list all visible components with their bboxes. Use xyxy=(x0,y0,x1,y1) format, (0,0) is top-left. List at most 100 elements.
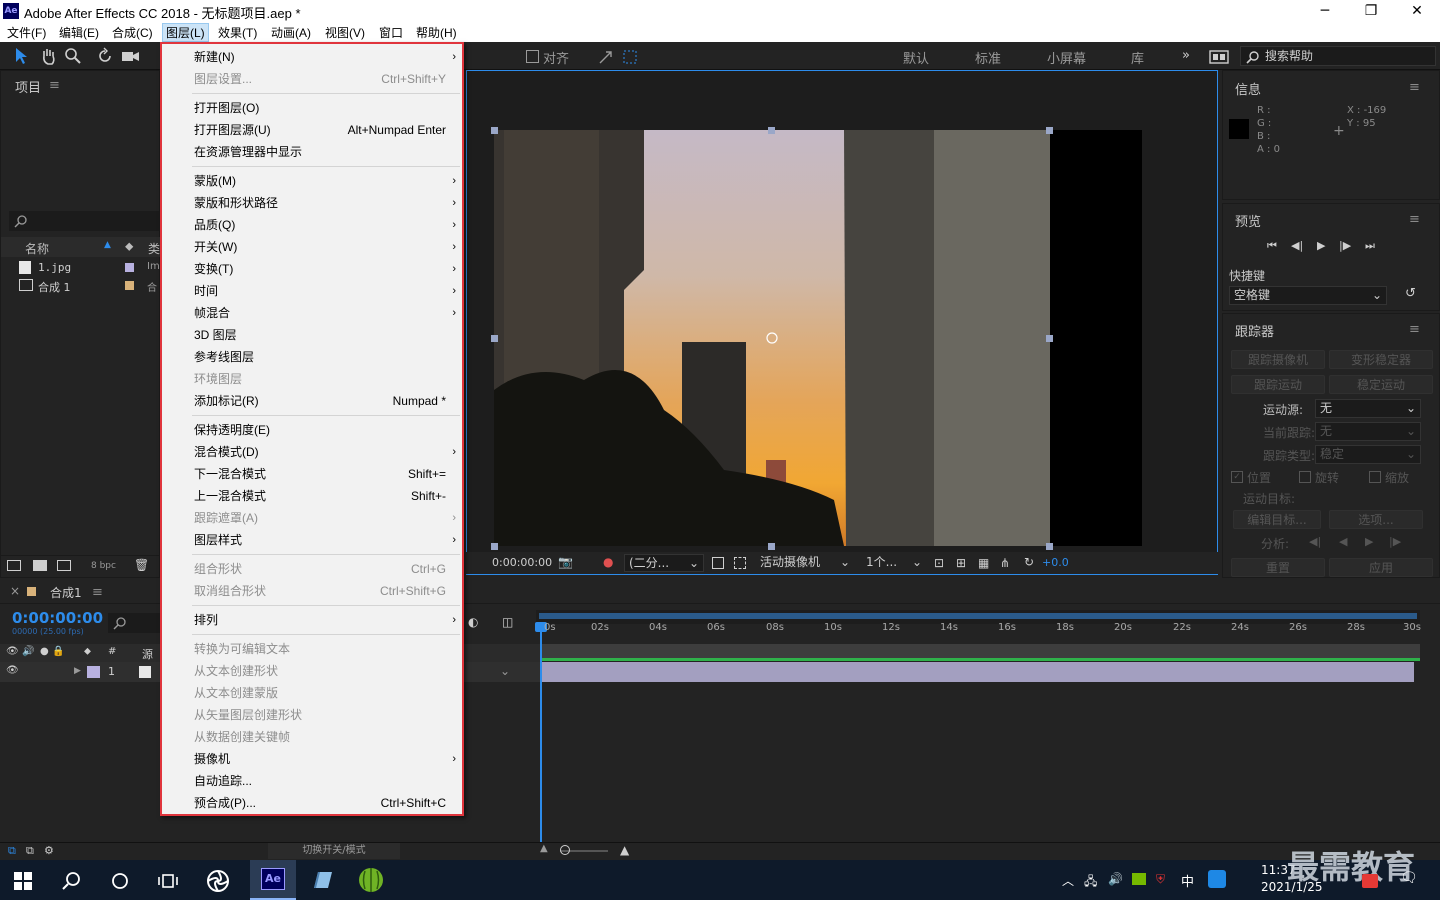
source-name-header[interactable]: 源 xyxy=(142,646,153,662)
channel-icon[interactable]: ● xyxy=(603,555,613,569)
project-item[interactable]: 1.jpg Im xyxy=(1,259,161,277)
action-center-icon[interactable]: 🗨 xyxy=(1400,870,1418,886)
layer-menu-item[interactable]: 环境图层 xyxy=(162,368,462,390)
timeline-search-input[interactable] xyxy=(108,613,160,633)
visibility-toggle-icon[interactable]: 👁 xyxy=(6,665,19,676)
workspace-standard[interactable]: 标准 xyxy=(975,48,1001,67)
track-type-select[interactable]: 稳定 ⌄ xyxy=(1315,445,1421,464)
play-icon[interactable]: ▶ xyxy=(1317,239,1325,252)
layer-menu-item[interactable]: 混合模式(D) › xyxy=(162,441,462,463)
layer-menu-item[interactable]: 参考线图层 xyxy=(162,346,462,368)
layer-menu-item[interactable]: 组合形状 Ctrl+G xyxy=(162,558,462,580)
next-frame-icon[interactable]: |▶ xyxy=(1339,239,1351,252)
project-menu-icon[interactable]: ≡ xyxy=(49,78,60,93)
ime-indicator[interactable]: 中 xyxy=(1181,871,1194,890)
layer-menu-item[interactable]: 添加标记(R) Numpad * xyxy=(162,390,462,412)
sort-up-icon[interactable]: ▲ xyxy=(104,240,111,250)
menu-window[interactable]: 窗口 xyxy=(376,24,406,41)
network-icon[interactable]: 🖧 xyxy=(1084,872,1097,893)
comp-tab-label[interactable]: 合成1 xyxy=(50,584,82,601)
current-time-indicator[interactable] xyxy=(540,626,542,842)
transform-handle[interactable] xyxy=(768,127,775,134)
restore-button[interactable]: ❐ xyxy=(1348,2,1394,20)
task-view-icon[interactable] xyxy=(158,871,178,891)
layer-switches-icon[interactable]: ⧉ xyxy=(8,844,16,858)
menu-layer[interactable]: 图层(L) xyxy=(162,23,209,42)
layer-menu-item[interactable]: 预合成(P)... Ctrl+Shift+C xyxy=(162,792,462,814)
apply-button[interactable]: 应用 xyxy=(1329,558,1433,577)
transform-handle[interactable] xyxy=(1046,127,1053,134)
melon-app-icon[interactable] xyxy=(358,867,384,893)
tracker-menu-icon[interactable]: ≡ xyxy=(1409,322,1420,337)
new-folder-icon[interactable] xyxy=(33,560,47,571)
layer-duration-bar[interactable] xyxy=(542,662,1414,682)
project-item[interactable]: 合成 1 合 xyxy=(1,277,161,295)
exposure-value[interactable]: +0.0 xyxy=(1042,556,1069,569)
transform-handle[interactable] xyxy=(768,543,775,550)
zoom-tool-icon[interactable] xyxy=(64,47,82,65)
column-type[interactable]: 类 xyxy=(148,240,160,257)
position-checkbox[interactable]: ✓ xyxy=(1231,471,1243,483)
layer-menu-item[interactable]: 下一混合模式 Shift+= xyxy=(162,463,462,485)
work-area-range[interactable] xyxy=(539,613,1417,619)
workspace-more-button[interactable]: » xyxy=(1182,48,1190,63)
interpret-footage-icon[interactable] xyxy=(7,560,21,571)
layer-menu-item[interactable]: 保持透明度(E) xyxy=(162,419,462,441)
rotate-tool-icon[interactable] xyxy=(96,47,114,65)
menu-help[interactable]: 帮助(H) xyxy=(413,24,460,41)
layer-menu-item[interactable]: 3D 图层 xyxy=(162,324,462,346)
security-icon[interactable]: ⛨ xyxy=(1156,872,1165,887)
close-button[interactable]: ✕ xyxy=(1394,2,1440,20)
menu-effect[interactable]: 效果(T) xyxy=(215,24,260,41)
info-menu-icon[interactable]: ≡ xyxy=(1409,80,1420,95)
timeline-menu-icon[interactable]: ≡ xyxy=(92,585,103,600)
snap-checkbox-icon[interactable] xyxy=(526,50,539,63)
last-frame-icon[interactable]: ⏭ xyxy=(1365,239,1375,253)
menu-composition[interactable]: 合成(C) xyxy=(109,24,156,41)
transform-handle[interactable] xyxy=(491,335,498,342)
volume-icon[interactable]: 🔊 xyxy=(1108,872,1123,886)
workspace-default[interactable]: 默认 xyxy=(903,48,929,67)
menu-view[interactable]: 视图(V) xyxy=(322,24,368,41)
qq-icon[interactable] xyxy=(1208,870,1226,888)
view-layout-select[interactable]: 1个... ⌄ xyxy=(862,554,926,572)
notification-badge-icon[interactable] xyxy=(1362,874,1378,888)
layer-menu-item[interactable]: 排列 › xyxy=(162,609,462,631)
zoom-in-icon[interactable]: ▲ xyxy=(620,843,629,857)
camera-tool-icon[interactable] xyxy=(120,47,142,65)
delete-icon[interactable]: 🗑 xyxy=(134,558,149,572)
layer-menu-item[interactable]: 蒙版(M) › xyxy=(162,170,462,192)
layer-menu-item[interactable]: 从文本创建形状 xyxy=(162,660,462,682)
viewer-timecode[interactable]: 0:00:00:00 xyxy=(492,556,552,569)
workspace-switch-icon[interactable] xyxy=(1209,50,1229,64)
first-frame-icon[interactable]: ⏮ xyxy=(1267,239,1277,253)
timeline-timecode[interactable]: 0:00:00:00 xyxy=(12,609,103,627)
layer-menu-item[interactable]: 蒙版和形状路径 › xyxy=(162,192,462,214)
menu-file[interactable]: 文件(F) xyxy=(4,24,49,41)
minimize-button[interactable]: ─ xyxy=(1302,2,1348,20)
selection-tool-icon[interactable] xyxy=(14,47,28,65)
snap-arrow-icon[interactable] xyxy=(598,49,614,65)
layer-menu-item[interactable]: 打开图层(O) xyxy=(162,97,462,119)
tray-expand-icon[interactable]: ︿ xyxy=(1062,872,1074,889)
motion-source-select[interactable]: 无 ⌄ xyxy=(1315,399,1421,418)
after-effects-taskbar-button[interactable]: Ae xyxy=(250,860,296,900)
reset-exposure-icon[interactable]: ↻ xyxy=(1024,555,1034,569)
layer-menu-item[interactable]: 在资源管理器中显示 xyxy=(162,141,462,163)
toggle-switches-modes-button[interactable]: 切换开关/模式 xyxy=(268,843,400,859)
in-out-icon[interactable]: ⚙ xyxy=(44,844,54,857)
transform-handle[interactable] xyxy=(491,127,498,134)
layer-menu-item[interactable]: 跟踪遮罩(A) › xyxy=(162,507,462,529)
expand-arrow-icon[interactable]: ▶ xyxy=(74,666,81,676)
analyze-forward-all-icon[interactable]: |▶ xyxy=(1389,535,1401,548)
menu-animation[interactable]: 动画(A) xyxy=(268,24,314,41)
close-tab-icon[interactable]: × xyxy=(10,584,20,598)
scale-checkbox[interactable] xyxy=(1369,471,1381,483)
track-camera-button[interactable]: 跟踪摄像机 xyxy=(1231,350,1325,369)
menu-edit[interactable]: 编辑(E) xyxy=(56,24,102,41)
layer-menu-item[interactable]: 打开图层源(U) Alt+Numpad Enter xyxy=(162,119,462,141)
layer-menu-item[interactable]: 取消组合形状 Ctrl+Shift+G xyxy=(162,580,462,602)
transfer-controls-icon[interactable]: ⧉ xyxy=(26,844,34,858)
hand-tool-icon[interactable] xyxy=(40,47,58,65)
zoom-out-icon[interactable]: ▲ xyxy=(540,843,548,854)
